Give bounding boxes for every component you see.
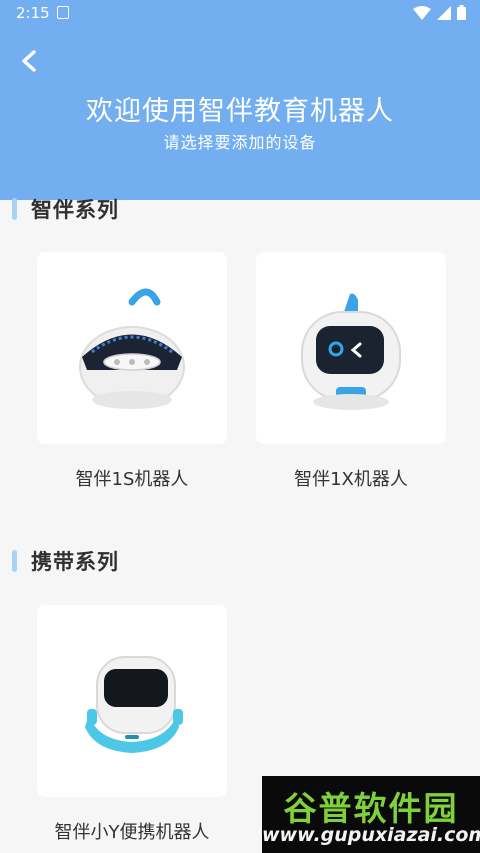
status-icons xyxy=(413,5,466,20)
header: 欢迎使用智伴教育机器人 请选择要添加的设备 xyxy=(0,26,480,200)
watermark-url: www.gupuxiazai.com xyxy=(262,824,480,846)
status-bar: 2:15 xyxy=(0,0,480,26)
robot-1x-image xyxy=(301,293,401,410)
battery-icon xyxy=(457,5,466,20)
section-marker xyxy=(12,550,17,572)
device-card-box[interactable] xyxy=(37,252,227,444)
watermark-title: 谷普软件园 xyxy=(283,789,459,828)
device-label: 智伴1S机器人 xyxy=(75,469,189,490)
device-card-box[interactable] xyxy=(256,252,446,444)
section-header-portable: 携带系列 xyxy=(12,546,119,576)
robot-xiaoy-image xyxy=(85,656,183,753)
status-time: 2:15 xyxy=(16,4,50,22)
notification-icon xyxy=(57,6,69,19)
signal-icon xyxy=(437,5,451,20)
wifi-icon xyxy=(413,5,431,20)
device-label: 智伴1X机器人 xyxy=(294,469,408,490)
page-title: 欢迎使用智伴教育机器人 xyxy=(86,96,394,127)
section-title: 智伴系列 xyxy=(31,198,119,222)
page-subtitle: 请选择要添加的设备 xyxy=(163,133,317,152)
section-title: 携带系列 xyxy=(31,550,119,574)
robot-1s-image xyxy=(79,288,185,409)
device-label: 智伴小Y便携机器人 xyxy=(54,822,210,843)
back-button[interactable] xyxy=(14,46,44,76)
watermark-logo: 谷普软件园 www.gupuxiazai.com xyxy=(262,776,480,853)
device-card-box[interactable] xyxy=(37,605,227,797)
section-marker xyxy=(12,198,17,220)
section-header-zhiban: 智伴系列 xyxy=(12,194,119,224)
chevron-left-icon xyxy=(22,50,36,72)
